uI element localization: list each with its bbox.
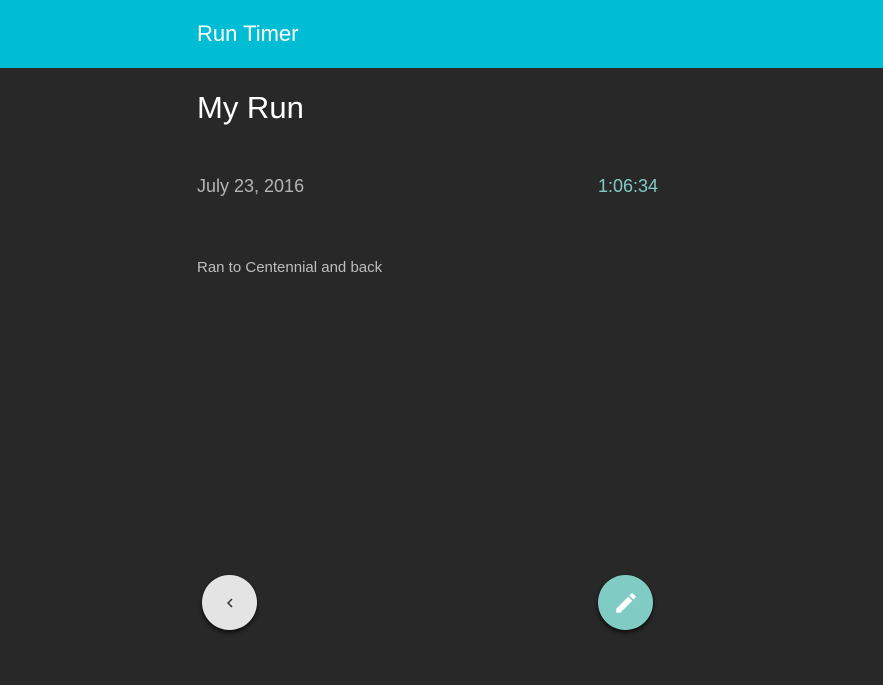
run-notes: Ran to Centennial and back bbox=[197, 259, 383, 276]
run-duration: 1:06:34 bbox=[597, 176, 658, 196]
chevron-left-icon bbox=[221, 594, 239, 612]
app-bar: Run Timer bbox=[0, 0, 883, 68]
run-date: July 23, 2016 bbox=[197, 176, 305, 196]
pencil-icon bbox=[613, 590, 639, 616]
run-detail-screen: Run Timer My Run July 23, 2016 1:06:34 R… bbox=[0, 0, 883, 685]
back-button[interactable] bbox=[202, 575, 257, 630]
app-title: Run Timer bbox=[197, 21, 299, 46]
edit-button[interactable] bbox=[598, 575, 653, 630]
run-title: My Run bbox=[197, 90, 304, 125]
